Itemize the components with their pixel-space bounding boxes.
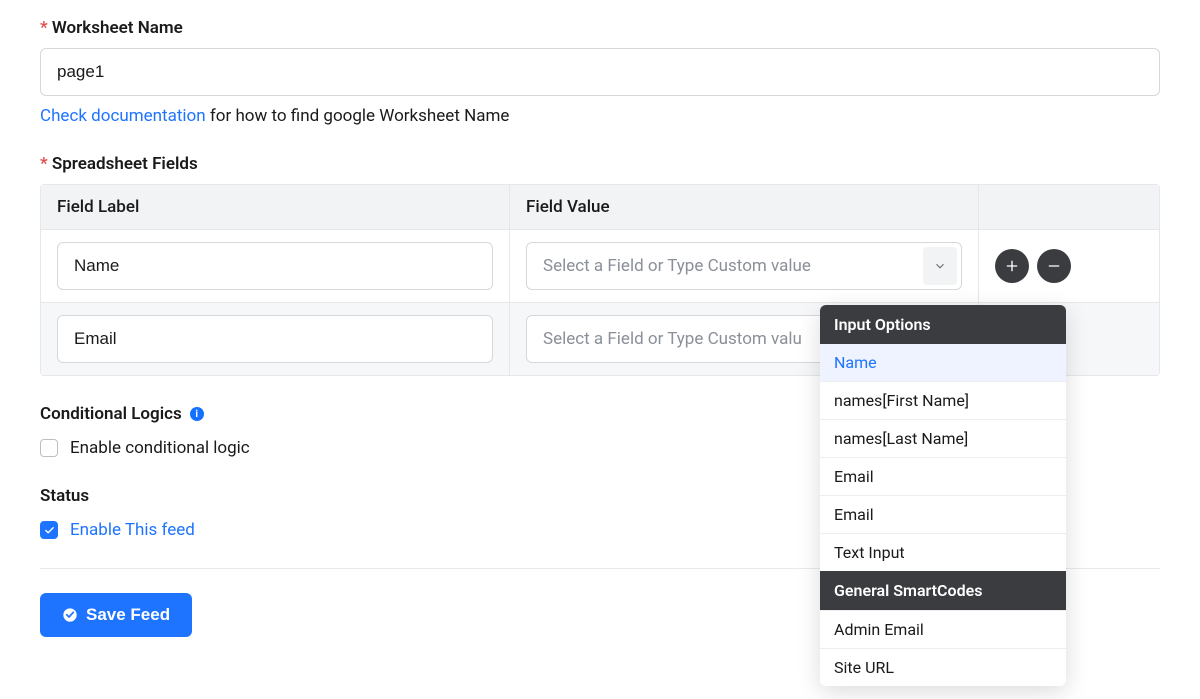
table-row: Select a Field or Type Custom value [41, 229, 1159, 302]
field-value-select[interactable]: Select a Field or Type Custom value [526, 242, 962, 290]
dropdown-item-text-input[interactable]: Text Input [820, 533, 1066, 571]
worksheet-helper-tail: for how to find google Worksheet Name [206, 106, 510, 126]
plus-icon [1004, 258, 1020, 274]
remove-row-button[interactable] [1037, 249, 1071, 283]
info-icon[interactable]: i [190, 407, 204, 421]
checkbox-icon [40, 521, 58, 539]
dropdown-item-name[interactable]: Name [820, 344, 1066, 381]
dropdown-item-email-2[interactable]: Email [820, 495, 1066, 533]
worksheet-name-section: Worksheet Name Check documentation for h… [40, 18, 1160, 126]
checkbox-label: Enable This feed [70, 520, 195, 540]
save-feed-button[interactable]: Save Feed [40, 593, 192, 637]
add-row-button[interactable] [995, 249, 1029, 283]
field-value-placeholder: Select a Field or Type Custom valu [543, 329, 802, 349]
minus-icon [1046, 258, 1062, 274]
checkbox-icon [40, 439, 58, 457]
dropdown-item-site-url[interactable]: Site URL [820, 648, 1066, 686]
col-header-field-label: Field Label [41, 185, 510, 229]
dropdown-item-first-name[interactable]: names[First Name] [820, 381, 1066, 419]
save-feed-label: Save Feed [86, 605, 170, 625]
dropdown-group-header: General SmartCodes [820, 571, 1066, 610]
col-header-actions [979, 185, 1159, 229]
check-circle-icon [62, 607, 78, 623]
field-label-input[interactable] [57, 242, 493, 290]
dropdown-item-admin-email[interactable]: Admin Email [820, 610, 1066, 648]
field-label-input[interactable] [57, 315, 493, 363]
field-value-placeholder: Select a Field or Type Custom value [543, 256, 811, 276]
field-value-dropdown: Input Options Name names[First Name] nam… [820, 305, 1066, 686]
checkbox-label: Enable conditional logic [70, 438, 250, 458]
worksheet-helper-text: Check documentation for how to find goog… [40, 106, 1160, 126]
spreadsheet-fields-label: Spreadsheet Fields [40, 154, 1160, 174]
check-documentation-link[interactable]: Check documentation [40, 106, 206, 126]
dropdown-group-header: Input Options [820, 305, 1066, 344]
dropdown-item-last-name[interactable]: names[Last Name] [820, 419, 1066, 457]
worksheet-name-input[interactable] [40, 48, 1160, 96]
chevron-down-icon [923, 247, 957, 285]
worksheet-name-label: Worksheet Name [40, 18, 1160, 38]
col-header-field-value: Field Value [510, 185, 979, 229]
dropdown-item-email[interactable]: Email [820, 457, 1066, 495]
table-header-row: Field Label Field Value [41, 185, 1159, 229]
